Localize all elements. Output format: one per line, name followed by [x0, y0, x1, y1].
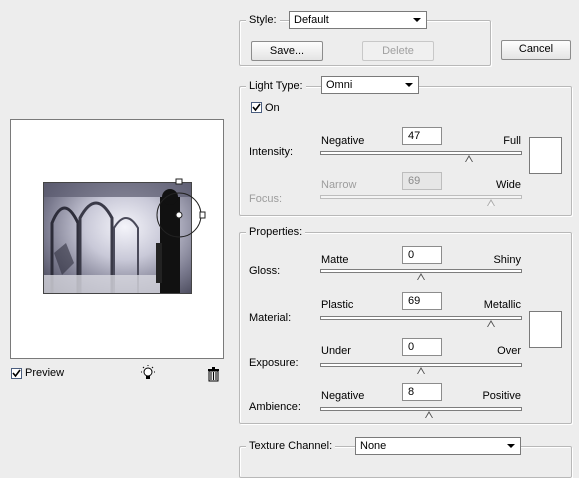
style-label: Style: — [246, 14, 280, 26]
focus-label: Focus: — [249, 193, 283, 205]
intensity-slider-thumb[interactable] — [465, 155, 473, 162]
gloss-input[interactable]: 0 — [402, 246, 442, 264]
material-label: Material: — [249, 312, 292, 324]
intensity-min-label: Negative — [321, 135, 365, 147]
intensity-slider[interactable] — [320, 151, 522, 162]
gloss-slider[interactable] — [320, 269, 522, 280]
intensity-max-label: Full — [503, 135, 521, 147]
lightbulb-icon[interactable] — [139, 364, 157, 382]
trash-icon[interactable] — [206, 366, 222, 382]
exposure-max-label: Over — [497, 345, 521, 357]
material-max-label: Metallic — [483, 299, 521, 311]
light-type-label: Light Type: — [246, 80, 306, 92]
focus-slider[interactable] — [320, 195, 522, 206]
light-handle[interactable] — [155, 175, 207, 255]
preview-canvas[interactable] — [10, 119, 224, 359]
intensity-input[interactable]: 47 — [402, 127, 442, 145]
properties-label: Properties: — [246, 226, 306, 238]
material-input[interactable]: 69 — [402, 292, 442, 310]
preview-label: Preview — [25, 367, 65, 379]
ambience-label: Ambience: — [249, 401, 301, 413]
focus-min-label: Narrow — [321, 179, 357, 191]
chevron-down-icon — [413, 18, 421, 22]
texture-channel-label: Texture Channel: — [246, 440, 336, 452]
save-button[interactable]: Save... — [251, 41, 323, 61]
material-slider[interactable] — [320, 316, 522, 327]
chevron-down-icon — [507, 444, 515, 448]
delete-button[interactable]: Delete — [362, 41, 434, 61]
exposure-input[interactable]: 0 — [402, 338, 442, 356]
material-slider-thumb[interactable] — [487, 320, 495, 327]
exposure-min-label: Under — [321, 345, 351, 357]
ambience-slider[interactable] — [320, 407, 522, 418]
preview-checkbox[interactable] — [11, 368, 22, 379]
gloss-label: Gloss: — [249, 265, 281, 277]
ambient-color-swatch[interactable] — [529, 311, 562, 348]
exposure-slider-thumb[interactable] — [417, 367, 425, 374]
chevron-down-icon — [405, 83, 413, 87]
gloss-max-label: Shiny — [493, 254, 521, 266]
light-color-swatch[interactable] — [529, 137, 562, 174]
gloss-slider-thumb[interactable] — [417, 273, 425, 280]
intensity-label: Intensity: — [249, 146, 294, 158]
style-dropdown[interactable]: Default — [289, 11, 427, 29]
gloss-min-label: Matte — [321, 254, 349, 266]
light-on-label: On — [265, 102, 280, 114]
exposure-slider[interactable] — [320, 363, 522, 374]
ambience-max-label: Positive — [482, 390, 521, 402]
light-type-dropdown[interactable]: Omni — [321, 76, 419, 94]
ambience-slider-thumb[interactable] — [425, 411, 433, 418]
exposure-label: Exposure: — [249, 357, 299, 369]
ambience-input[interactable]: 8 — [402, 383, 442, 401]
focus-max-label: Wide — [495, 179, 521, 191]
texture-channel-dropdown[interactable]: None — [355, 437, 521, 455]
focus-slider-thumb[interactable] — [487, 199, 495, 206]
light-on-checkbox[interactable] — [251, 102, 262, 113]
ambience-min-label: Negative — [321, 390, 365, 402]
material-min-label: Plastic — [321, 299, 354, 311]
focus-input[interactable]: 69 — [402, 172, 442, 190]
cancel-button[interactable]: Cancel — [501, 40, 571, 60]
